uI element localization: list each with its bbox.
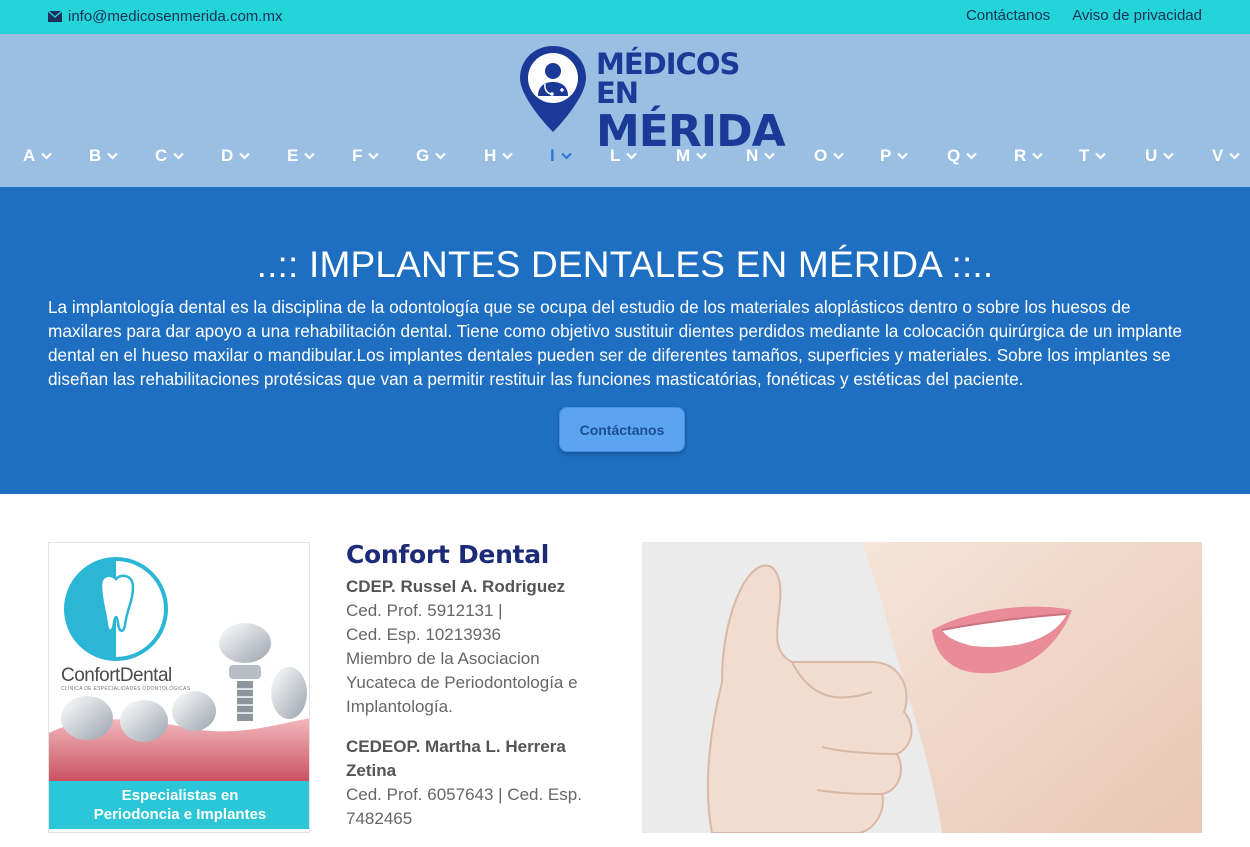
clinic-name[interactable]: Confort Dental (346, 540, 606, 569)
doctor-name: CDEP. Russel A. Rodriguez (346, 577, 566, 596)
letter-label: D (221, 146, 234, 165)
letter-label: V (1212, 146, 1224, 165)
chevron-down-icon (1229, 152, 1241, 160)
ad-brand-b: Dental (119, 665, 172, 686)
letter-label: G (416, 146, 430, 165)
hero-description: La implantología dental es la disciplina… (48, 297, 1183, 389)
letter-label: I (550, 146, 555, 165)
top-bar: info@medicosenmerida.com.mx Contáctanos … (0, 0, 1250, 34)
chevron-down-icon (304, 152, 316, 160)
letter-menu-e[interactable]: E (287, 146, 316, 166)
chevron-down-icon (560, 152, 572, 160)
clinic-ad-image[interactable]: ConfortDental CLÍNICA DE ESPECIALIDADES … (48, 542, 310, 833)
chevron-down-icon (1032, 152, 1044, 160)
letter-menu-r[interactable]: R (1014, 146, 1044, 166)
letter-label: L (610, 146, 621, 165)
chevron-down-icon (368, 152, 380, 160)
letter-label: F (352, 146, 363, 165)
chevron-down-icon (173, 152, 185, 160)
logo-wordmark: MÉDICOS EN MÉRIDA (596, 47, 786, 154)
chevron-down-icon (502, 152, 514, 160)
envelope-icon (48, 11, 62, 22)
letter-menu-g[interactable]: G (416, 146, 447, 166)
doctor-detail: Miembro de la Asociacion Yucateca de Per… (346, 649, 578, 716)
chevron-down-icon (41, 152, 53, 160)
letter-label: N (746, 146, 759, 165)
alphabet-nav: ABCDEFGHILMNOPQRTUV (0, 146, 1250, 172)
letter-label: Q (947, 146, 961, 165)
site-logo[interactable]: MÉDICOS EN MÉRIDA (518, 44, 786, 154)
letter-menu-v[interactable]: V (1212, 146, 1241, 166)
letter-menu-h[interactable]: H (484, 146, 514, 166)
letter-label: P (880, 146, 892, 165)
letter-menu-u[interactable]: U (1145, 146, 1175, 166)
top-links: Contáctanos Aviso de privacidad (966, 7, 1202, 24)
clinic-info: Confort Dental CDEP. Russel A. Rodriguez… (346, 540, 606, 847)
ad-brand: ConfortDental (61, 665, 172, 687)
chevron-down-icon (696, 152, 707, 160)
letter-menu-f[interactable]: F (352, 146, 380, 166)
chevron-down-icon (897, 152, 909, 160)
chevron-down-icon (1163, 152, 1175, 160)
chevron-down-icon (966, 152, 978, 160)
ad-banner-line1: Especialistas en (121, 787, 239, 804)
letter-label: T (1079, 146, 1090, 165)
email-text: info@medicosenmerida.com.mx (68, 8, 283, 25)
letter-menu-o[interactable]: O (814, 146, 845, 166)
chevron-down-icon (626, 152, 638, 160)
letter-label: M (676, 146, 691, 165)
doctor-entry: CEDEOP. Martha L. Herrera Zetina Ced. Pr… (346, 735, 606, 831)
hero-title: ..:: IMPLANTES DENTALES EN MÉRIDA ::.. (256, 244, 994, 285)
letter-label: U (1145, 146, 1158, 165)
doctor-detail: Ced. Esp. 10213936 (346, 625, 502, 644)
logo-line1: MÉDICOS EN (596, 47, 740, 110)
letter-label: A (23, 146, 36, 165)
site-header: MÉDICOS EN MÉRIDA A B C D E F G H I L M N O P Q R T U V (0, 34, 1250, 187)
doctor-name: CEDEOP. Martha L. Herrera Zetina (346, 737, 566, 780)
letter-menu-m[interactable]: M (676, 146, 707, 166)
contact-link[interactable]: Contáctanos (966, 7, 1050, 24)
letter-label: H (484, 146, 497, 165)
ad-banner: Especialistas en Periodoncia e Implantes (49, 781, 309, 829)
privacy-link[interactable]: Aviso de privacidad (1072, 7, 1202, 24)
smile-thumbs-up-image (642, 542, 1202, 833)
letter-menu-i[interactable]: I (550, 146, 572, 166)
chevron-down-icon (764, 152, 776, 160)
letter-menu-t[interactable]: T (1079, 146, 1107, 166)
hero-section: ..:: IMPLANTES DENTALES EN MÉRIDA ::.. L… (0, 187, 1250, 494)
letter-label: B (89, 146, 102, 165)
ad-brand-a: Confort (61, 665, 120, 686)
letter-label: R (1014, 146, 1027, 165)
letter-menu-c[interactable]: C (155, 146, 185, 166)
chevron-down-icon (1095, 152, 1107, 160)
letter-menu-b[interactable]: B (89, 146, 119, 166)
letter-menu-p[interactable]: P (880, 146, 909, 166)
letter-menu-q[interactable]: Q (947, 146, 978, 166)
letter-label: O (814, 146, 828, 165)
ad-banner-line2: Periodoncia e Implantes (93, 806, 267, 823)
letter-menu-l[interactable]: L (610, 146, 638, 166)
chevron-down-icon (239, 152, 251, 160)
doctor-pin-icon (520, 46, 586, 132)
letter-menu-a[interactable]: A (23, 146, 53, 166)
email-link[interactable]: info@medicosenmerida.com.mx (48, 8, 282, 25)
contact-button[interactable]: Contáctanos (559, 407, 685, 452)
chevron-down-icon (107, 152, 119, 160)
doctor-detail: Ced. Prof. 5912131 | (346, 601, 503, 620)
letter-label: E (287, 146, 299, 165)
letter-menu-d[interactable]: D (221, 146, 251, 166)
letter-menu-n[interactable]: N (746, 146, 776, 166)
chevron-down-icon (833, 152, 845, 160)
letter-label: C (155, 146, 168, 165)
ad-brand-subtitle: CLÍNICA DE ESPECIALIDADES ODONTOLÓGICAS (61, 686, 191, 692)
smiling-woman-photo (642, 542, 1202, 833)
doctor-entry: CDEP. Russel A. Rodriguez Ced. Prof. 591… (346, 575, 606, 719)
chevron-down-icon (435, 152, 447, 160)
doctor-detail: Ced. Prof. 6057643 | Ced. Esp. 7482465 (346, 785, 582, 828)
